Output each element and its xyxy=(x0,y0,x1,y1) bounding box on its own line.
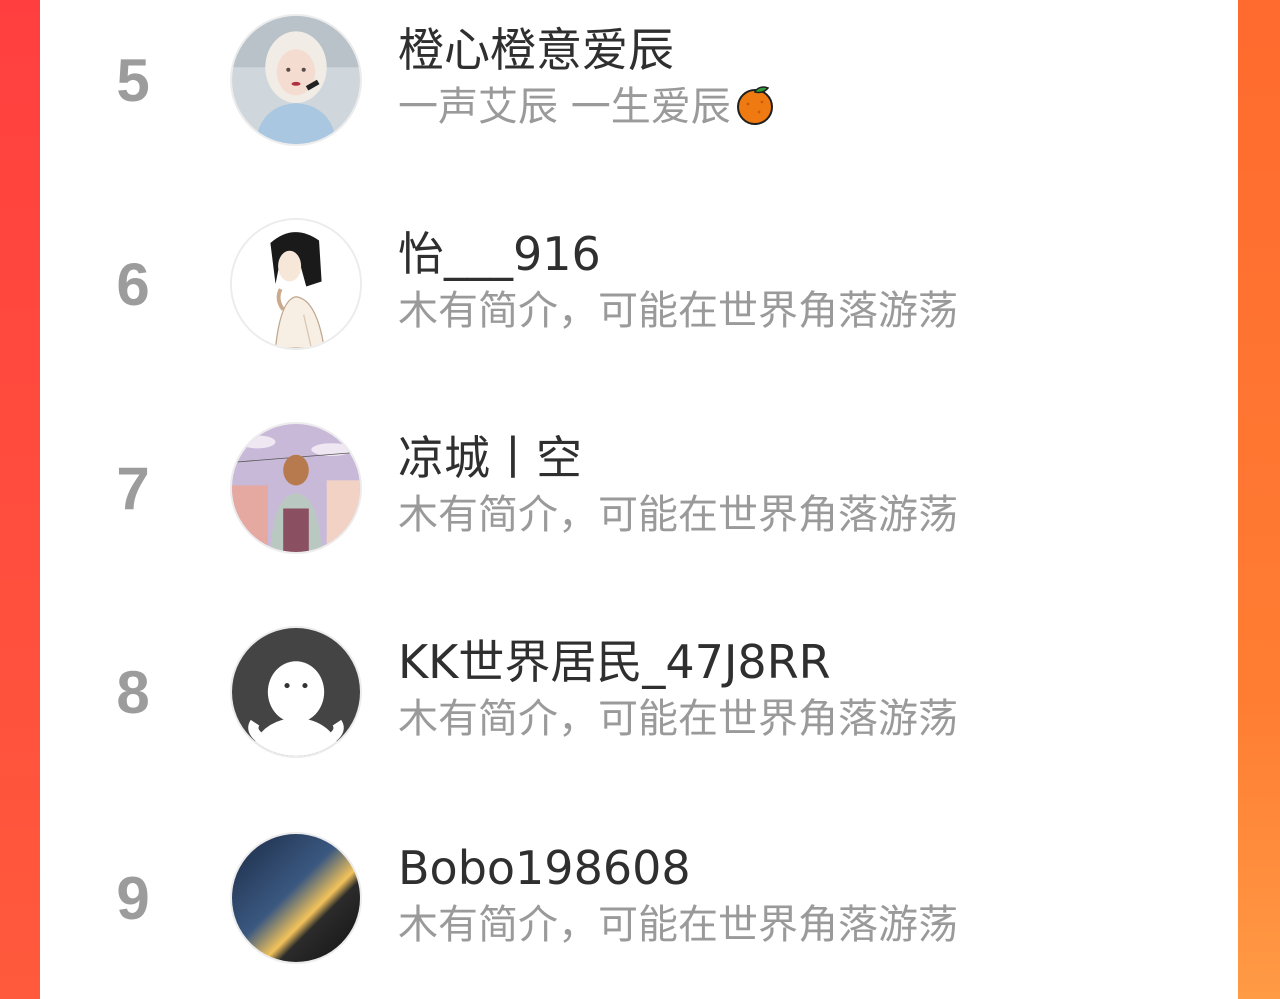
user-bio: 木有简介，可能在世界角落游荡 xyxy=(398,492,958,538)
background-left-edge xyxy=(0,0,40,999)
leaderboard-row[interactable]: 8 KK世界居民_47J8RR 木有简介，可能在世界角落游荡 xyxy=(40,620,1238,770)
rank-number: 5 xyxy=(116,47,150,114)
leaderboard-row[interactable]: 9 Bobo198608 木有简介，可能在世界角落游荡 xyxy=(40,826,1238,976)
leaderboard-panel: 5 橙心橙意爱辰 一声艾辰 一生爱辰 6 怡___916 木有简介，可能在世界角… xyxy=(40,0,1238,999)
user-bio: 一声艾辰 一生爱辰 xyxy=(398,82,777,132)
avatar[interactable] xyxy=(230,14,362,146)
avatar[interactable] xyxy=(230,626,362,758)
rank-number: 8 xyxy=(116,659,150,726)
orange-fruit-icon xyxy=(733,82,777,126)
rank-number: 6 xyxy=(116,251,150,318)
leaderboard-row[interactable]: 6 怡___916 木有简介，可能在世界角落游荡 xyxy=(40,212,1238,362)
avatar-image xyxy=(232,424,360,552)
user-name[interactable]: 怡___916 xyxy=(398,226,601,282)
user-bio: 木有简介，可能在世界角落游荡 xyxy=(398,902,958,948)
avatar-image xyxy=(232,16,360,144)
user-bio: 木有简介，可能在世界角落游荡 xyxy=(398,696,958,742)
avatar[interactable] xyxy=(230,218,362,350)
user-name[interactable]: 凉城丨空 xyxy=(398,430,582,486)
user-name[interactable]: 橙心橙意爱辰 xyxy=(398,22,674,78)
avatar[interactable] xyxy=(230,422,362,554)
leaderboard-row[interactable]: 5 橙心橙意爱辰 一声艾辰 一生爱辰 xyxy=(40,8,1238,158)
user-name[interactable]: Bobo198608 xyxy=(398,840,691,896)
default-avatar-icon xyxy=(232,628,360,756)
rank-number: 7 xyxy=(116,455,150,522)
avatar-image xyxy=(232,220,360,348)
rank-number: 9 xyxy=(116,865,150,932)
user-bio: 木有简介，可能在世界角落游荡 xyxy=(398,288,958,334)
background-right-edge xyxy=(1238,0,1280,999)
avatar[interactable] xyxy=(230,832,362,964)
avatar-image xyxy=(232,834,360,962)
user-name[interactable]: KK世界居民_47J8RR xyxy=(398,634,831,690)
user-bio-text: 一声艾辰 一生爱辰 xyxy=(398,84,731,130)
leaderboard-row[interactable]: 7 凉城丨空 木有简介，可能在世界角落游荡 xyxy=(40,416,1238,566)
